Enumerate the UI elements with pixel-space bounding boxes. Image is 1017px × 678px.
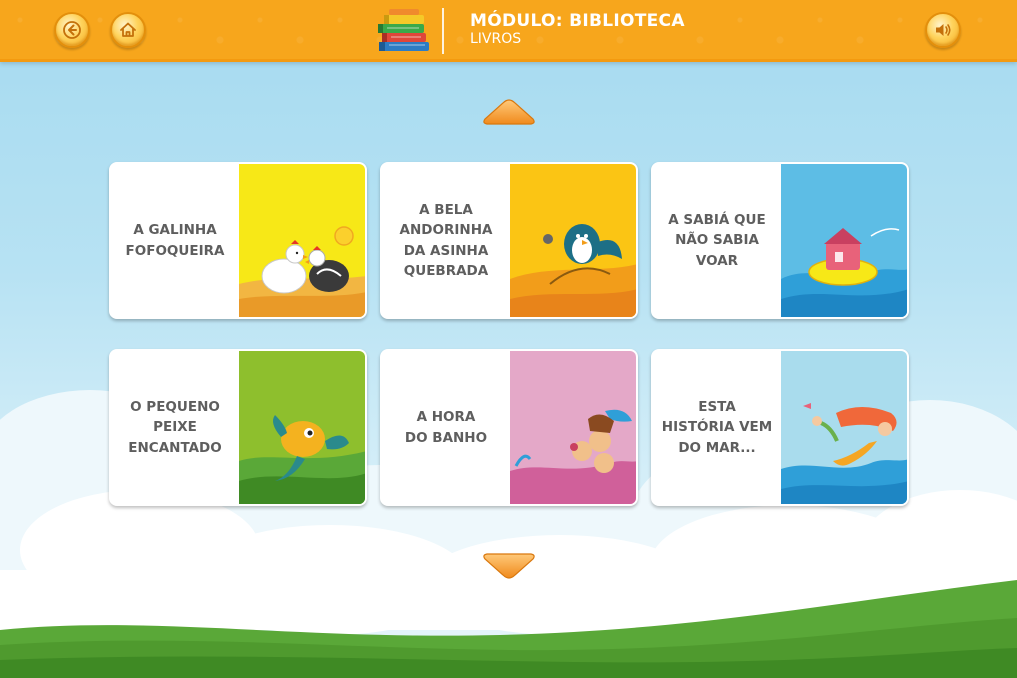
book-title: A HORA DO BANHO	[404, 409, 488, 446]
book-cover-image	[510, 351, 636, 504]
book-cover-image	[239, 164, 365, 317]
home-icon	[120, 22, 136, 37]
book-card-banho[interactable]: A HORA DO BANHO	[380, 349, 638, 506]
book-card-peixe[interactable]: O PEQUENO PEIXE ENCANTADO	[109, 349, 367, 506]
home-button[interactable]	[110, 12, 146, 48]
back-button[interactable]	[54, 12, 90, 48]
books-stack-icon	[378, 9, 429, 51]
book-cover-image	[510, 164, 636, 317]
module-subtitle: LIVROS	[470, 31, 522, 47]
book-cover-image	[239, 351, 365, 504]
sound-button[interactable]	[925, 12, 961, 48]
book-title: A GALINHA FOFOQUEIRA	[125, 222, 225, 259]
arrow-up-icon[interactable]	[481, 97, 537, 127]
book-card-galinha[interactable]: A GALINHA FOFOQUEIRA	[109, 162, 367, 319]
book-card-andorinha[interactable]: A BELA ANDORINHA DA ASINHA QUEBRADA	[380, 162, 638, 319]
book-cover-image	[781, 351, 907, 504]
book-title: O PEQUENO PEIXE ENCANTADO	[128, 398, 222, 456]
book-cover-image	[781, 164, 907, 317]
book-card-mar[interactable]: ESTA HISTÓRIA VEM DO MAR...	[651, 349, 909, 506]
back-arrow-icon	[63, 21, 81, 39]
book-title: A SABIÁ QUE NÃO SABIA VOAR	[668, 211, 766, 269]
module-title: MÓDULO: BIBLIOTECA	[470, 11, 685, 31]
book-title: A BELA ANDORINHA DA ASINHA QUEBRADA	[399, 201, 493, 280]
book-title: ESTA HISTÓRIA VEM DO MAR...	[661, 398, 773, 456]
speaker-icon	[936, 24, 951, 36]
book-card-sabia[interactable]: A SABIÁ QUE NÃO SABIA VOAR	[651, 162, 909, 319]
arrow-down-icon[interactable]	[481, 551, 537, 581]
header-divider	[442, 8, 444, 54]
top-bar: MÓDULO: BIBLIOTECA LIVROS	[0, 0, 1017, 62]
